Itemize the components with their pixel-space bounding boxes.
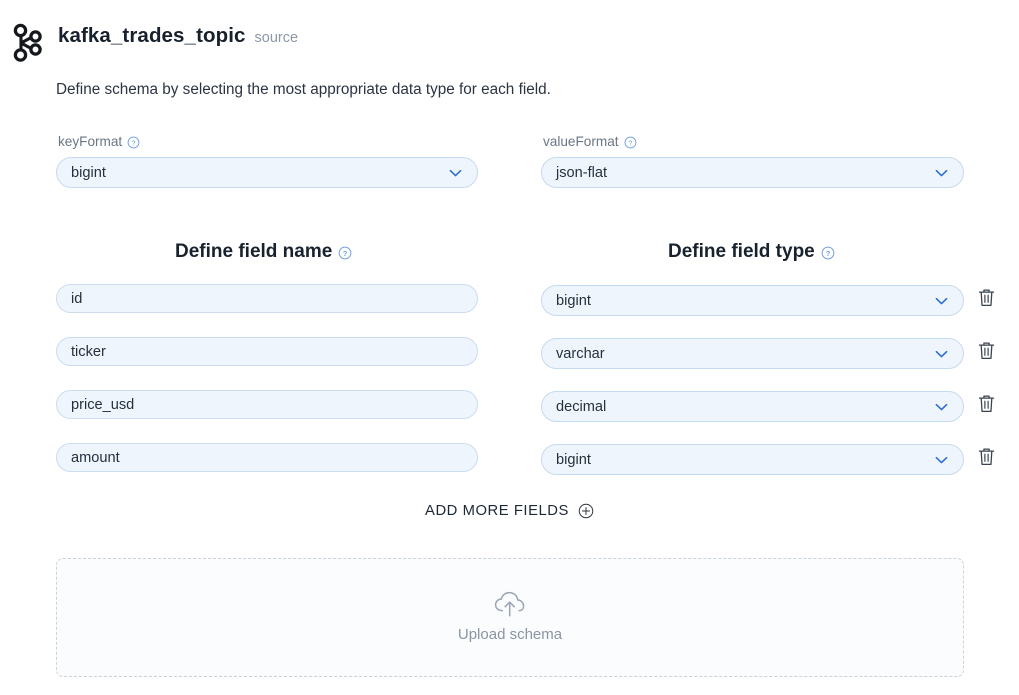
help-circle-icon[interactable]: ? xyxy=(624,136,637,149)
schema-field-list: bigint varchar xyxy=(0,284,1019,496)
trash-icon xyxy=(977,446,996,467)
delete-field-button[interactable] xyxy=(977,340,996,361)
table-row: varchar xyxy=(0,337,1019,390)
table-row: decimal xyxy=(0,390,1019,443)
field-type-heading-label: Define field type xyxy=(668,240,815,264)
field-type-value: bigint xyxy=(556,452,591,468)
cloud-upload-icon xyxy=(493,591,527,619)
plus-circle-icon xyxy=(578,503,594,519)
delete-field-button[interactable] xyxy=(977,393,996,414)
chevron-down-icon xyxy=(933,292,950,309)
table-row: bigint xyxy=(0,443,1019,496)
source-badge: source xyxy=(255,28,299,48)
delete-field-button[interactable] xyxy=(977,287,996,308)
trash-icon xyxy=(977,393,996,414)
key-format-label: keyFormat xyxy=(58,133,122,151)
field-type-heading: Define field type ? xyxy=(668,240,835,264)
field-type-value: decimal xyxy=(556,399,606,415)
field-name-heading: Define field name ? xyxy=(175,240,352,264)
help-circle-icon[interactable]: ? xyxy=(821,246,835,260)
chevron-down-icon xyxy=(933,164,950,181)
schema-definition-page: kafka_trades_topic source Define schema … xyxy=(0,0,1019,695)
value-format-group: valueFormat ? json-flat xyxy=(541,133,964,188)
table-row: bigint xyxy=(0,284,1019,337)
value-format-label-row: valueFormat ? xyxy=(541,133,964,151)
add-more-fields-label: ADD MORE FIELDS xyxy=(425,501,569,521)
svg-text:?: ? xyxy=(825,249,830,258)
svg-text:?: ? xyxy=(132,140,136,147)
add-more-fields-row: ADD MORE FIELDS xyxy=(0,501,1019,521)
key-format-value: bigint xyxy=(71,165,106,181)
trash-icon xyxy=(977,287,996,308)
field-name-heading-label: Define field name xyxy=(175,240,332,264)
upload-schema-dropzone[interactable]: Upload schema xyxy=(56,558,964,677)
field-type-value: bigint xyxy=(556,293,591,309)
field-type-select[interactable]: decimal xyxy=(541,391,964,422)
kafka-logo-icon xyxy=(8,22,46,64)
key-format-label-row: keyFormat ? xyxy=(56,133,478,151)
upload-schema-label: Upload schema xyxy=(458,625,562,645)
chevron-down-icon xyxy=(933,398,950,415)
page-subtitle: Define schema by selecting the most appr… xyxy=(56,79,551,101)
svg-text:?: ? xyxy=(343,249,348,258)
field-name-input[interactable] xyxy=(56,390,478,419)
chevron-down-icon xyxy=(933,451,950,468)
field-type-select[interactable]: varchar xyxy=(541,338,964,369)
field-name-input[interactable] xyxy=(56,443,478,472)
chevron-down-icon xyxy=(447,164,464,181)
value-format-label: valueFormat xyxy=(543,133,619,151)
help-circle-icon[interactable]: ? xyxy=(338,246,352,260)
chevron-down-icon xyxy=(933,345,950,362)
key-format-select[interactable]: bigint xyxy=(56,157,478,188)
field-type-select[interactable]: bigint xyxy=(541,285,964,316)
field-type-select[interactable]: bigint xyxy=(541,444,964,475)
page-header: kafka_trades_topic source xyxy=(0,22,298,64)
trash-icon xyxy=(977,340,996,361)
help-circle-icon[interactable]: ? xyxy=(127,136,140,149)
field-name-input[interactable] xyxy=(56,337,478,366)
value-format-value: json-flat xyxy=(556,165,607,181)
add-more-fields-button[interactable]: ADD MORE FIELDS xyxy=(425,501,594,521)
key-format-group: keyFormat ? bigint xyxy=(56,133,478,188)
value-format-select[interactable]: json-flat xyxy=(541,157,964,188)
field-name-input[interactable] xyxy=(56,284,478,313)
page-title: kafka_trades_topic xyxy=(58,23,246,49)
field-type-value: varchar xyxy=(556,346,605,362)
title-wrap: kafka_trades_topic source xyxy=(58,22,298,49)
delete-field-button[interactable] xyxy=(977,446,996,467)
svg-text:?: ? xyxy=(628,140,632,147)
